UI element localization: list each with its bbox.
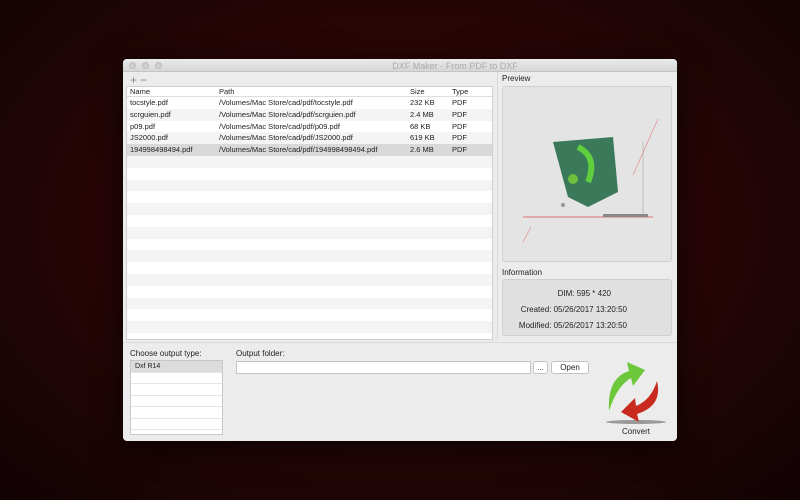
table-row[interactable]: tocstyle.pdf/Volumes/Mac Store/cad/pdf/t… <box>127 97 492 109</box>
file-table[interactable]: Name Path Size Type tocstyle.pdf/Volumes… <box>126 86 493 340</box>
file-path-cell: /Volumes/Mac Store/cad/pdf/tocstyle.pdf <box>219 98 353 107</box>
convert-arrows-icon <box>606 362 666 424</box>
output-type-list[interactable]: Dxf R14 <box>130 360 223 435</box>
divider <box>123 342 677 343</box>
empty-row <box>127 226 492 239</box>
file-name-cell: JS2000.pdf <box>130 133 168 143</box>
open-button[interactable]: Open <box>551 361 589 374</box>
convert-label: Convert <box>621 427 650 436</box>
column-header-type[interactable]: Type <box>452 87 492 96</box>
file-size-cell: 2.6 MB <box>410 145 434 155</box>
file-type-cell: PDF <box>452 133 467 143</box>
empty-row <box>127 262 492 274</box>
created-text: Created: 05/26/2017 13:20:50 <box>520 305 627 314</box>
column-header-size[interactable]: Size <box>410 87 452 96</box>
table-row[interactable]: JS2000.pdf/Volumes/Mac Store/cad/pdf/JS2… <box>127 132 492 145</box>
preview-label: Preview <box>502 74 531 83</box>
output-type-label: Choose output type: <box>130 349 202 358</box>
empty-row <box>127 239 492 251</box>
empty-row <box>127 309 492 321</box>
file-path-cell: /Volumes/Mac Store/cad/pdf/p09.pdf <box>219 121 340 131</box>
dim-text: DIM: 595 * 420 <box>557 289 611 298</box>
empty-row <box>127 250 492 263</box>
table-row[interactable]: scrguien.pdf/Volumes/Mac Store/cad/pdf/s… <box>127 108 492 121</box>
file-path-cell: /Volumes/Mac Store/cad/pdf/JS2000.pdf <box>219 133 353 143</box>
information-label: Information <box>502 268 543 277</box>
file-size-cell: 232 KB <box>410 98 435 107</box>
empty-row <box>127 179 492 192</box>
file-type-cell: PDF <box>452 145 467 155</box>
preview-pane <box>502 86 672 262</box>
empty-row <box>127 297 492 310</box>
empty-row <box>127 333 492 339</box>
column-header-path[interactable]: Path <box>219 87 410 96</box>
file-name-cell: p09.pdf <box>130 121 156 131</box>
remove-file-button[interactable]: − <box>140 73 147 87</box>
output-folder-label: Output folder: <box>236 349 285 358</box>
title-bar: DXF Maker - From PDF to DXF <box>123 59 677 72</box>
table-row[interactable]: p09.pdf/Volumes/Mac Store/cad/pdf/p09.pd… <box>127 121 492 133</box>
empty-row <box>127 215 492 227</box>
file-path-cell: /Volumes/Mac Store/cad/pdf/scrguien.pdf <box>219 109 356 119</box>
file-size-cell: 2.4 MB <box>410 109 434 119</box>
empty-row <box>127 155 492 168</box>
empty-row <box>127 321 492 333</box>
file-name-cell: 194998498494.pdf <box>130 145 193 155</box>
empty-row <box>127 191 492 203</box>
table-header: Name Path Size Type <box>127 87 492 97</box>
modified-text: Modified: 05/26/2017 13:20:50 <box>518 321 627 330</box>
app-window: DXF Maker - From PDF to DXF + − Name Pat… <box>123 59 677 441</box>
divider <box>497 72 498 340</box>
file-size-cell: 68 KB <box>410 121 431 131</box>
information-pane: DIM: 595 * 420 Created: 05/26/2017 13:20… <box>502 279 672 336</box>
drawing-preview-image <box>522 118 659 243</box>
file-path-cell: /Volumes/Mac Store/cad/pdf/194998498494.… <box>219 145 378 155</box>
file-name-cell: tocstyle.pdf <box>130 98 168 107</box>
output-folder-input[interactable] <box>236 361 531 374</box>
browse-button[interactable]: ... <box>533 361 548 374</box>
convert-button[interactable]: Convert <box>601 356 671 436</box>
file-type-cell: PDF <box>452 109 467 119</box>
file-size-cell: 619 KB <box>410 133 435 143</box>
output-type-item[interactable]: Dxf R14 <box>131 361 222 373</box>
empty-row <box>127 286 492 298</box>
file-type-cell: PDF <box>452 98 467 107</box>
column-header-name[interactable]: Name <box>127 87 219 96</box>
table-row[interactable]: 194998498494.pdf/Volumes/Mac Store/cad/p… <box>127 144 492 156</box>
empty-row <box>127 273 492 286</box>
file-name-cell: scrguien.pdf <box>130 109 171 119</box>
empty-row <box>127 168 492 180</box>
add-file-button[interactable]: + <box>130 73 137 87</box>
window-title: DXF Maker - From PDF to DXF <box>392 61 518 71</box>
empty-row <box>127 203 492 215</box>
file-type-cell: PDF <box>452 121 467 131</box>
